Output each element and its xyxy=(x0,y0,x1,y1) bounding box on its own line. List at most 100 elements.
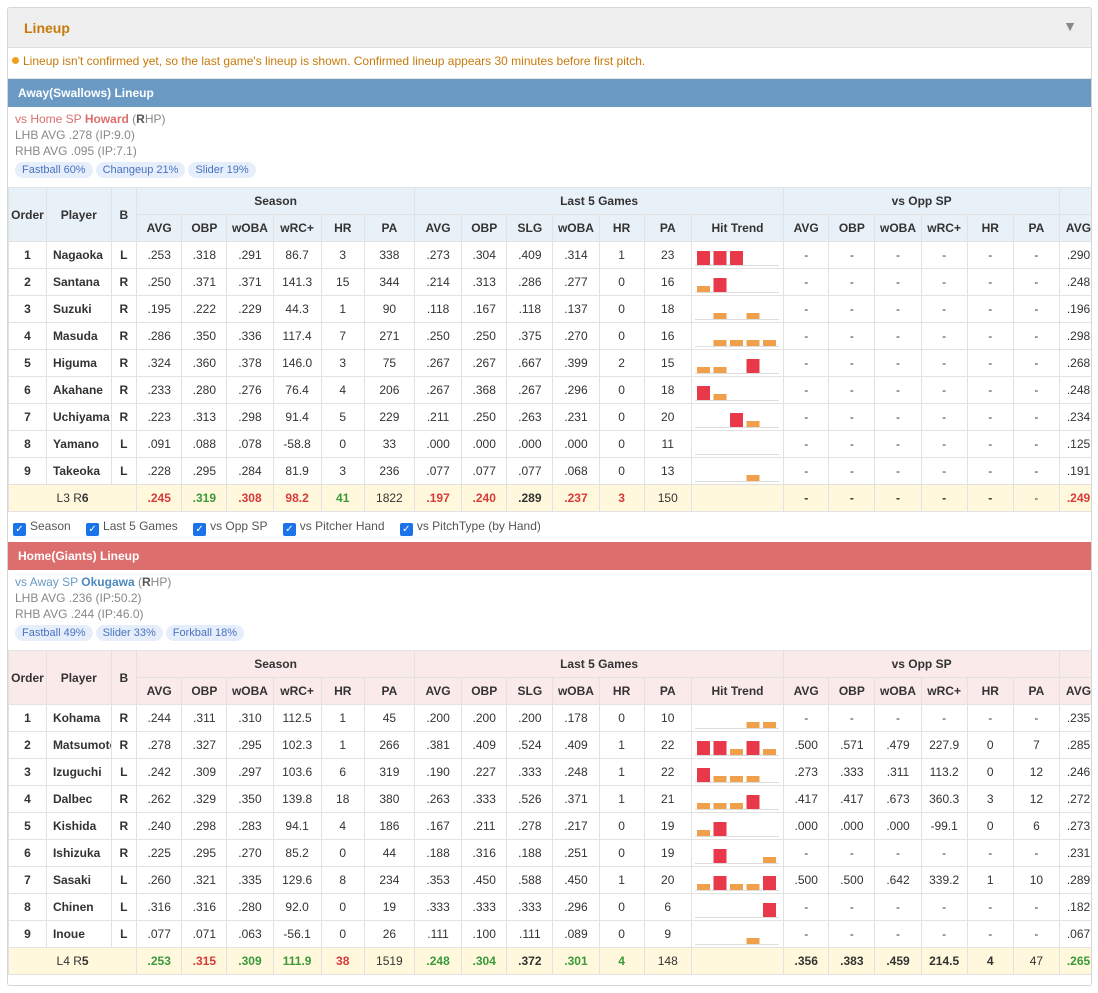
total-label: L3 R6 xyxy=(8,484,138,512)
filter-vs-pitcher-hand[interactable]: ✓ vs Pitcher Hand xyxy=(282,519,385,536)
trend-hit-bar xyxy=(763,903,777,917)
last5-col-header[interactable]: PA xyxy=(643,214,692,242)
last5-stat: 18 xyxy=(643,295,692,323)
hit-trend-sparkline xyxy=(695,741,780,756)
batting-order: 7 xyxy=(8,866,47,894)
lineup-panel-header[interactable]: Lineup ▼ xyxy=(8,8,1091,48)
player-name[interactable]: Ishizuka xyxy=(45,839,112,867)
last5-stat: .286 xyxy=(506,268,554,296)
order-header[interactable]: Order xyxy=(8,650,47,705)
player-name[interactable]: Dalbec xyxy=(45,785,112,813)
last5-col-header[interactable]: OBP xyxy=(461,677,508,705)
extra-col-header[interactable]: AVG xyxy=(1058,677,1091,705)
last5-col-header[interactable]: HR xyxy=(598,214,645,242)
player-name[interactable]: Masuda xyxy=(45,322,112,350)
last5-col-header[interactable]: Hit Trend xyxy=(690,214,785,242)
opp-sp-stat: .500 xyxy=(783,866,830,894)
last5-stat: .250 xyxy=(461,403,508,431)
collapse-triangle-icon[interactable]: ▼ xyxy=(1063,18,1077,34)
last5-col-header[interactable]: AVG xyxy=(413,214,463,242)
order-header[interactable]: Order xyxy=(8,187,47,242)
season-col-header[interactable]: AVG xyxy=(136,677,183,705)
extra-avg: .268 xyxy=(1058,349,1091,377)
player-name[interactable]: Chinen xyxy=(45,893,112,921)
opp-sp-stat: 0 xyxy=(966,731,1014,759)
total-trend-cell xyxy=(690,484,785,512)
last5-col-header[interactable]: SLG xyxy=(506,214,554,242)
player-name[interactable]: Inoue xyxy=(45,920,112,948)
opp-sp-stat: .000 xyxy=(783,812,830,840)
season-col-header[interactable]: wOBA xyxy=(226,214,274,242)
last5-col-header[interactable]: wOBA xyxy=(552,677,600,705)
checkbox-checked-icon[interactable]: ✓ xyxy=(399,523,413,536)
last5-col-header[interactable]: Hit Trend xyxy=(690,677,785,705)
filter-season[interactable]: ✓ Season xyxy=(13,519,71,536)
last5-stat: 0 xyxy=(598,893,645,921)
player-name[interactable]: Uchiyama xyxy=(45,403,112,431)
opp-col-header[interactable]: wOBA xyxy=(874,677,922,705)
opp-col-header[interactable]: AVG xyxy=(783,214,830,242)
last5-stat: .409 xyxy=(461,731,508,759)
player-name[interactable]: Takeoka xyxy=(45,457,112,485)
season-col-header[interactable]: wRC+ xyxy=(272,214,322,242)
opp-col-header[interactable]: HR xyxy=(966,677,1014,705)
last5-col-header[interactable]: wOBA xyxy=(552,214,600,242)
hit-trend-sparkline xyxy=(695,313,780,320)
checkbox-checked-icon[interactable]: ✓ xyxy=(193,523,207,536)
last5-stat: 0 xyxy=(598,376,645,404)
season-col-header[interactable]: HR xyxy=(320,214,365,242)
checkbox-checked-icon[interactable]: ✓ xyxy=(13,523,26,536)
checkbox-checked-icon[interactable]: ✓ xyxy=(282,523,296,536)
player-header[interactable]: Player xyxy=(45,650,112,705)
last5-col-header[interactable]: HR xyxy=(598,677,645,705)
opp-col-header[interactable]: wOBA xyxy=(874,214,922,242)
player-name[interactable]: Akahane xyxy=(45,376,112,404)
opp-col-header[interactable]: PA xyxy=(1012,677,1060,705)
player-name[interactable]: Higuma xyxy=(45,349,112,377)
opp-col-header[interactable]: wRC+ xyxy=(920,214,968,242)
last5-stat: .304 xyxy=(461,241,508,269)
opp-col-header[interactable]: OBP xyxy=(828,214,876,242)
opp-col-header[interactable]: AVG xyxy=(783,677,830,705)
last5-stat: .100 xyxy=(461,920,508,948)
season-col-header[interactable]: HR xyxy=(320,677,365,705)
opp-sp-stat: - xyxy=(1012,839,1060,867)
player-name[interactable]: Santana xyxy=(45,268,112,296)
player-name[interactable]: Suzuki xyxy=(45,295,112,323)
filter-vs-opp-sp[interactable]: ✓ vs Opp SP xyxy=(193,519,267,536)
player-name[interactable]: Nagaoka xyxy=(45,241,112,269)
last5-col-header[interactable]: OBP xyxy=(461,214,508,242)
season-stat: 266 xyxy=(363,731,416,759)
player-name[interactable]: Matsumoto xyxy=(45,731,112,759)
extra-col-header[interactable]: AVG xyxy=(1058,214,1091,242)
home-sp-name[interactable]: Okugawa xyxy=(81,575,134,589)
player-name[interactable]: Sasaki xyxy=(45,866,112,894)
checkbox-checked-icon[interactable]: ✓ xyxy=(86,523,100,536)
last5-col-header[interactable]: PA xyxy=(643,677,692,705)
player-name[interactable]: Izuguchi xyxy=(45,758,112,786)
season-col-header[interactable]: wOBA xyxy=(226,677,274,705)
opp-sp-stat: - xyxy=(874,839,922,867)
opp-col-header[interactable]: PA xyxy=(1012,214,1060,242)
opp-col-header[interactable]: OBP xyxy=(828,677,876,705)
player-name[interactable]: Kishida xyxy=(45,812,112,840)
season-col-header[interactable]: wRC+ xyxy=(272,677,322,705)
season-col-header[interactable]: AVG xyxy=(136,214,183,242)
season-col-header[interactable]: PA xyxy=(363,214,416,242)
opp-col-header[interactable]: HR xyxy=(966,214,1014,242)
season-col-header[interactable]: OBP xyxy=(181,677,228,705)
away-sp-name[interactable]: Howard xyxy=(85,112,129,126)
bat-header[interactable]: B xyxy=(110,187,138,242)
season-col-header[interactable]: OBP xyxy=(181,214,228,242)
opp-col-header[interactable]: wRC+ xyxy=(920,677,968,705)
season-col-header[interactable]: PA xyxy=(363,677,416,705)
player-name[interactable]: Yamano xyxy=(45,430,112,458)
filter-vs-pitchtype[interactable]: ✓ vs PitchType (by Hand) xyxy=(399,519,541,536)
opp-sp-stat: - xyxy=(874,376,922,404)
filter-last5[interactable]: ✓ Last 5 Games xyxy=(86,519,178,536)
bat-header[interactable]: B xyxy=(110,650,138,705)
player-name[interactable]: Kohama xyxy=(45,704,112,732)
last5-col-header[interactable]: AVG xyxy=(413,677,463,705)
player-header[interactable]: Player xyxy=(45,187,112,242)
last5-col-header[interactable]: SLG xyxy=(506,677,554,705)
